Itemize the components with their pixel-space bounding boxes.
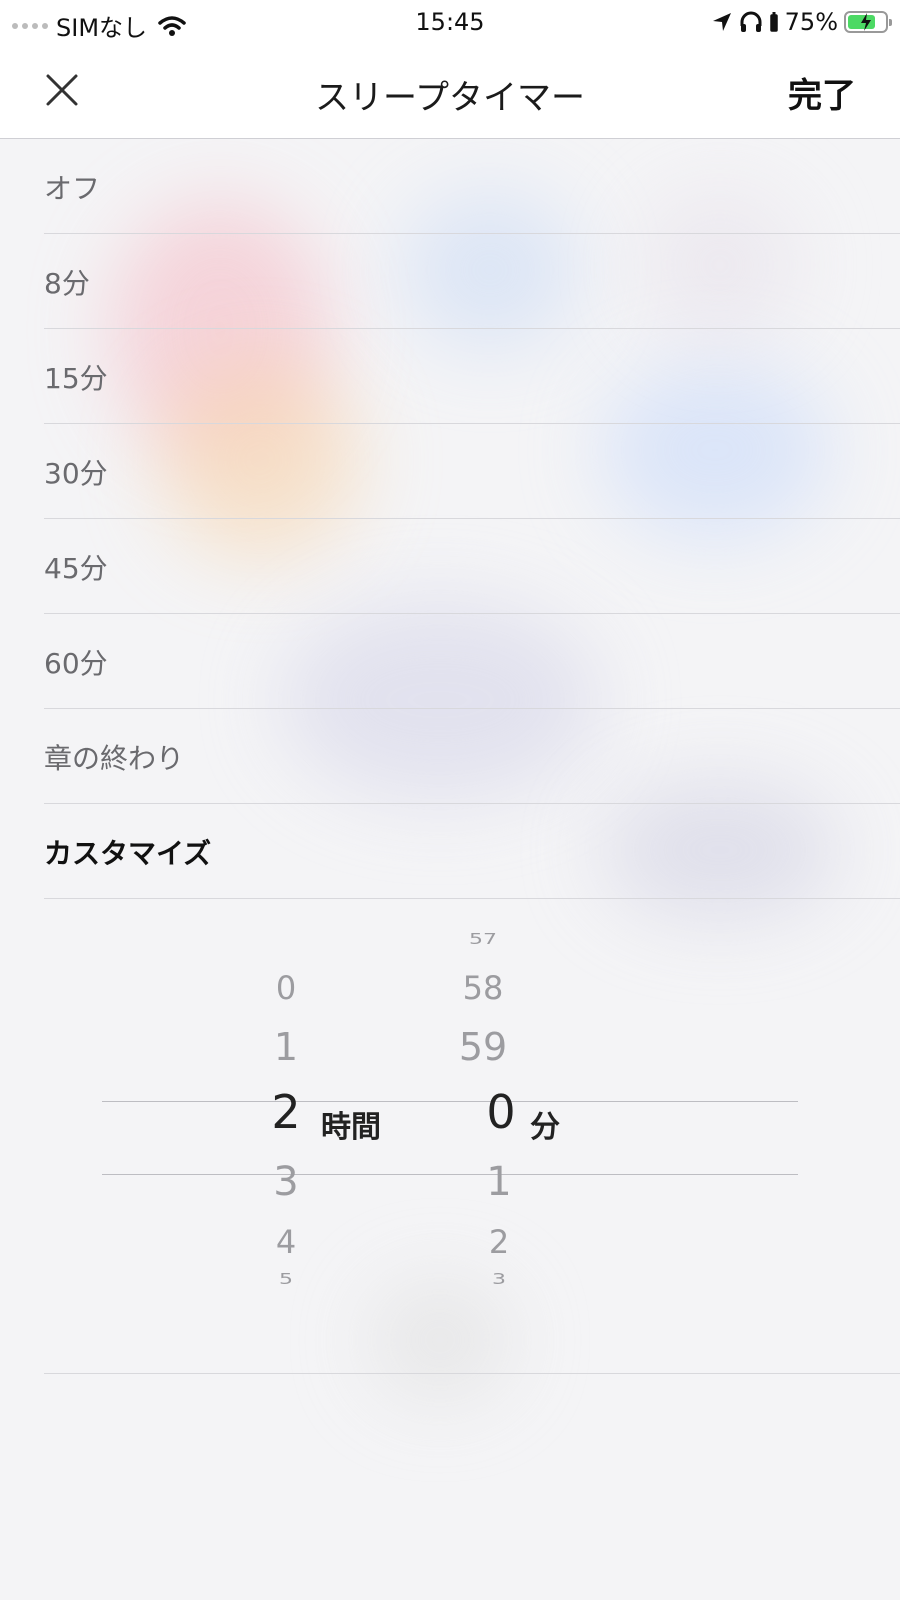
screen: SIMなし 15:45 75% スリープタイマー 完了 オフ 8分 15分 30… xyxy=(0,0,900,1600)
done-button[interactable]: 完了 xyxy=(788,68,856,117)
option-end-of-chapter[interactable]: 章の終わり xyxy=(44,709,900,804)
minutes-wheel-item[interactable]: 57 xyxy=(443,931,523,949)
option-label: 60分 xyxy=(44,647,108,680)
option-60-min[interactable]: 60分 xyxy=(44,614,900,709)
minutes-wheel-selected[interactable]: 0 xyxy=(461,1085,541,1139)
location-arrow-icon xyxy=(712,13,731,31)
page-title: スリープタイマー xyxy=(315,78,585,118)
option-label: オフ xyxy=(44,172,101,205)
option-8-min[interactable]: 8分 xyxy=(44,234,900,329)
minutes-wheel-item[interactable]: 59 xyxy=(443,1025,523,1069)
hours-wheel-item[interactable]: 3 xyxy=(246,1159,326,1205)
hours-wheel-selected[interactable]: 2 xyxy=(246,1085,326,1139)
hours-wheel-item[interactable]: 0 xyxy=(246,969,326,1007)
picker-bottom-divider xyxy=(44,1373,900,1374)
battery-percent: 75% xyxy=(784,8,838,36)
minutes-wheel-item[interactable]: 2 xyxy=(459,1223,539,1261)
headphone-battery-icon xyxy=(769,12,778,32)
duration-picker[interactable]: 0 1 2 時間 3 4 5 57 58 59 0 分 1 2 3 xyxy=(0,905,900,1375)
status-right: 75% xyxy=(711,8,892,36)
headphones-icon xyxy=(740,11,762,32)
battery-icon xyxy=(844,11,892,33)
timer-options-list: オフ 8分 15分 30分 45分 60分 章の終わり カスタマイズ xyxy=(0,139,900,899)
option-label: カスタマイズ xyxy=(44,837,212,870)
nav-bar: スリープタイマー 完了 xyxy=(0,44,900,139)
option-15-min[interactable]: 15分 xyxy=(44,329,900,424)
option-off[interactable]: オフ xyxy=(44,139,900,234)
option-45-min[interactable]: 45分 xyxy=(44,519,900,614)
option-customize[interactable]: カスタマイズ xyxy=(44,804,900,899)
minutes-unit-label: 分 xyxy=(530,1110,560,1145)
option-label: 30分 xyxy=(44,457,108,490)
option-label: 8分 xyxy=(44,267,90,300)
option-label: 45分 xyxy=(44,552,108,585)
picker-selection-band xyxy=(102,1101,798,1175)
status-bar: SIMなし 15:45 75% xyxy=(0,0,900,44)
minutes-wheel-item[interactable]: 1 xyxy=(459,1159,539,1205)
hours-unit-label: 時間 xyxy=(321,1110,381,1145)
option-label: 章の終わり xyxy=(44,742,185,775)
minutes-wheel-item[interactable]: 58 xyxy=(443,969,523,1007)
hours-wheel-item[interactable]: 4 xyxy=(246,1223,326,1261)
charging-bolt-icon xyxy=(861,13,871,31)
hours-wheel-item[interactable]: 5 xyxy=(246,1271,326,1289)
option-30-min[interactable]: 30分 xyxy=(44,424,900,519)
hours-wheel-item[interactable]: 1 xyxy=(246,1025,326,1069)
minutes-wheel-item[interactable]: 3 xyxy=(459,1271,539,1289)
option-label: 15分 xyxy=(44,362,108,395)
